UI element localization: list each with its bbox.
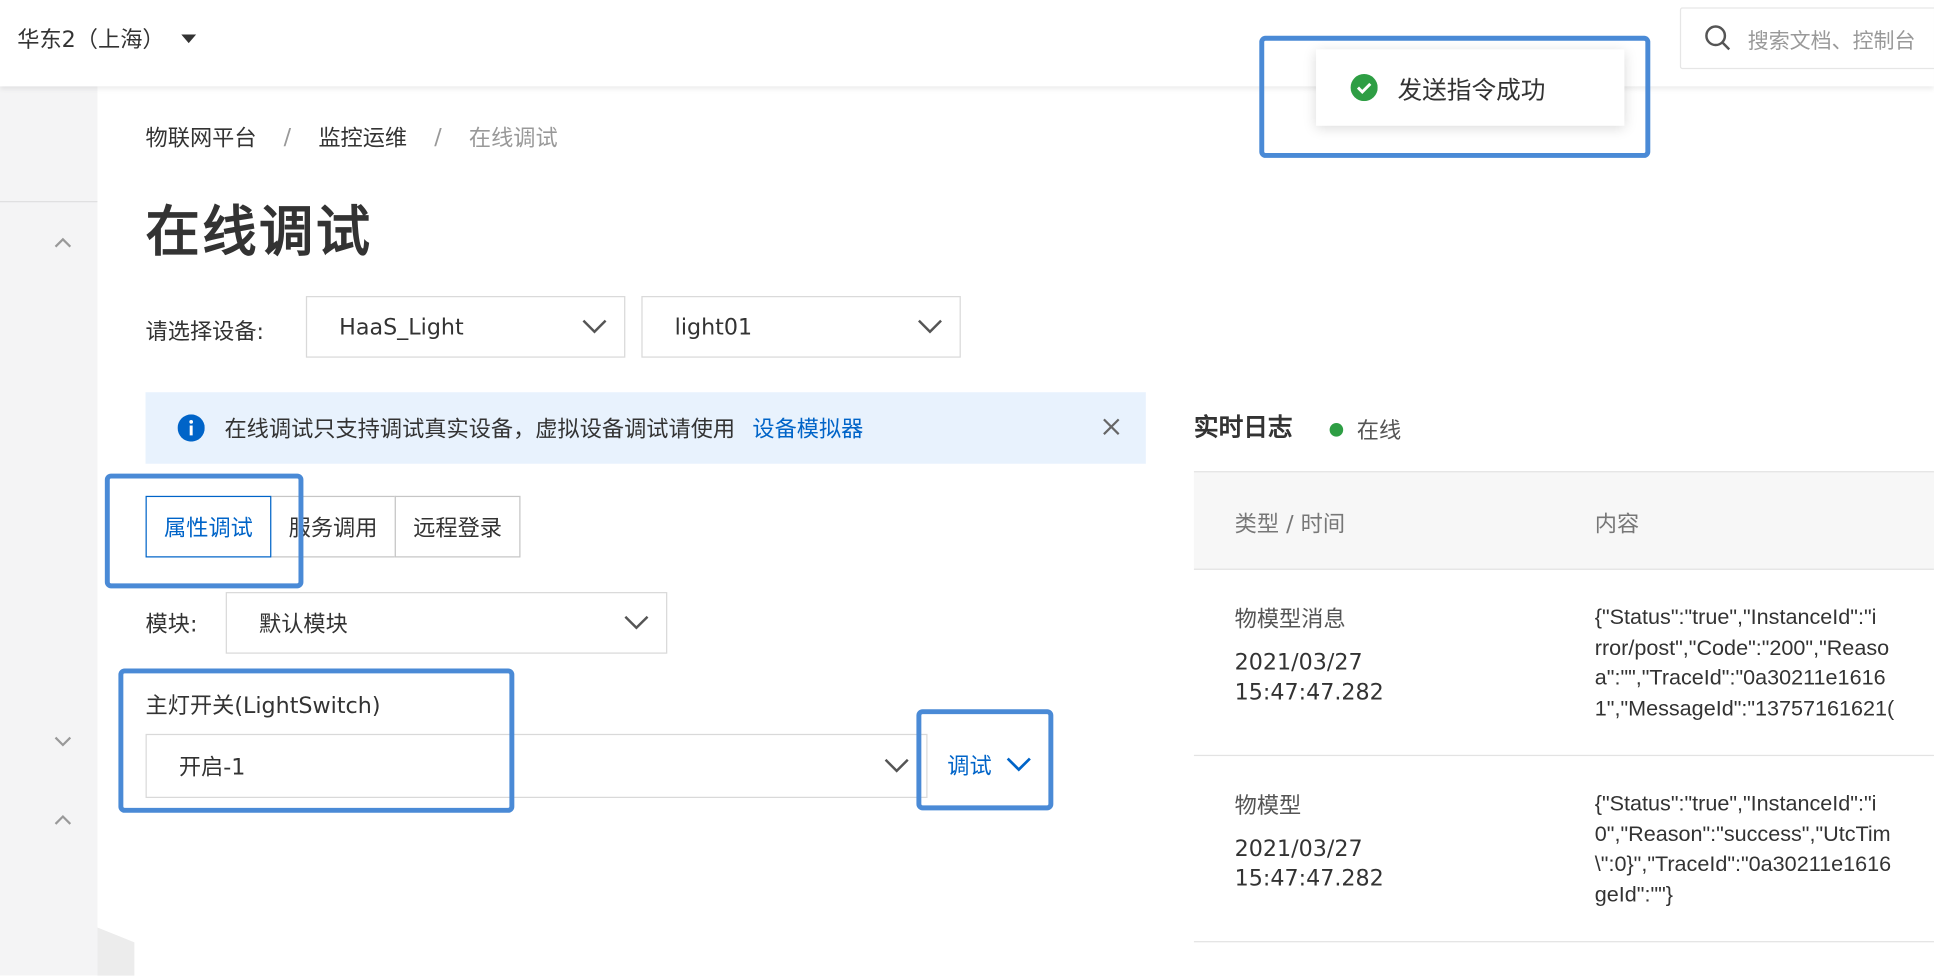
- chevron-down-icon: [624, 615, 649, 630]
- breadcrumb: 物联网平台 / 监控运维 / 在线调试: [146, 121, 558, 153]
- status-text: 在线: [1356, 418, 1402, 445]
- log-content: {"Status":"true","InstanceId":"i rror/pos…: [1595, 602, 1894, 723]
- sidebar-collapse-handle[interactable]: [97, 927, 135, 976]
- log-table-header: 类型 / 时间 内容: [1193, 471, 1934, 570]
- breadcrumb-item-monitoring[interactable]: 监控运维: [318, 121, 407, 153]
- device-simulator-link[interactable]: 设备模拟器: [752, 412, 863, 444]
- log-content-line: a":"","TraceId":"0a30211e1616: [1594, 664, 1886, 690]
- debug-tabs: 属性调试 服务调用 远程登录: [145, 495, 521, 558]
- info-icon: [177, 414, 205, 442]
- device-select[interactable]: light01: [641, 296, 961, 358]
- search-placeholder: 搜索文档、控制台: [1747, 28, 1916, 54]
- search-box[interactable]: 搜索文档、控制台: [1679, 7, 1934, 70]
- log-content-line: \":0}","TraceId":"0a30211e1616: [1594, 851, 1892, 876]
- close-icon[interactable]: [1101, 417, 1121, 437]
- page-title: 在线调试: [145, 201, 373, 264]
- chevron-down-icon: [918, 319, 942, 334]
- module-select[interactable]: 默认模块: [225, 592, 668, 654]
- column-content: 内容: [1594, 511, 1640, 538]
- screen: 华东2（上海） 搜索文档、控制台 发送指令成功 物联网平台 / 监控运维 / 在…: [0, 0, 1934, 976]
- log-type: 物模型消息: [1234, 606, 1346, 633]
- log-content-line: 1","MessageId":"13757161621(: [1594, 695, 1895, 720]
- log-time: 2021/03/27 15:47:47.282: [1234, 650, 1384, 706]
- tab-property-debug[interactable]: 属性调试: [145, 495, 272, 558]
- property-value: 开启-1: [178, 754, 246, 781]
- check-circle-icon: [1350, 74, 1378, 102]
- chevron-up-icon[interactable]: [54, 234, 72, 251]
- online-status: 在线: [1329, 413, 1402, 445]
- breadcrumb-separator: /: [434, 123, 442, 150]
- chevron-down-icon: [884, 758, 909, 773]
- log-content: {"Status":"true","InstanceId":"i 0","Reas…: [1595, 788, 1891, 909]
- tab-service-call[interactable]: 服务调用: [270, 495, 396, 558]
- top-bar: 华东2（上海） 搜索文档、控制台: [0, 0, 1934, 87]
- search-icon: [1705, 25, 1731, 51]
- breadcrumb-item-iot-platform[interactable]: 物联网平台: [146, 121, 257, 153]
- property-label: 主灯开关(LightSwitch): [145, 693, 381, 720]
- device-select-value: light01: [674, 313, 753, 340]
- log-table: 类型 / 时间 内容 物模型消息 2021/03/27 15:47:47.282…: [1193, 471, 1934, 943]
- breadcrumb-item-current: 在线调试: [468, 125, 558, 152]
- log-content-line: {"Status":"true","InstanceId":"i: [1594, 790, 1877, 816]
- sidebar-divider: [0, 201, 98, 203]
- status-dot-icon: [1329, 422, 1344, 437]
- module-select-value: 默认模块: [259, 611, 348, 638]
- device-select-label: 请选择设备:: [145, 319, 265, 346]
- log-title: 实时日志: [1193, 411, 1293, 442]
- info-alert: 在线调试只支持调试真实设备，虚拟设备调试请使用 设备模拟器: [145, 392, 1146, 464]
- product-select[interactable]: HaaS_Light: [305, 296, 626, 358]
- log-time: 2021/03/27 15:47:47.282: [1234, 836, 1384, 892]
- product-select-value: HaaS_Light: [339, 313, 464, 340]
- sidebar-strip: [0, 86, 98, 976]
- debug-button[interactable]: 调试: [928, 733, 1044, 797]
- caret-down-icon: [181, 33, 197, 43]
- module-label: 模块:: [145, 611, 198, 638]
- chevron-down-icon: [582, 319, 607, 334]
- region-label: 华东2（上海）: [17, 27, 165, 54]
- chevron-up-icon[interactable]: [54, 812, 72, 829]
- alert-text: 在线调试只支持调试真实设备，虚拟设备调试请使用: [224, 416, 736, 443]
- log-content-line: 0","Reason":"success","UtcTim: [1594, 820, 1891, 846]
- success-toast: 发送指令成功: [1316, 49, 1625, 126]
- log-content-line: {"Status":"true","InstanceId":"i: [1594, 604, 1877, 630]
- breadcrumb-separator: /: [283, 123, 292, 150]
- tab-remote-login[interactable]: 远程登录: [394, 495, 521, 558]
- table-row: 物模型 2021/03/27 15:47:47.282 {"Status":"t…: [1193, 756, 1934, 943]
- chevron-down-icon: [1006, 757, 1031, 772]
- toast-message: 发送指令成功: [1397, 74, 1546, 105]
- log-content-line: geId":""}: [1594, 881, 1673, 906]
- region-selector[interactable]: 华东2（上海）: [17, 22, 197, 54]
- log-content-line: rror/post","Code":"200","Reaso: [1594, 634, 1890, 660]
- table-row: 物模型消息 2021/03/27 15:47:47.282 {"Status":…: [1193, 570, 1934, 757]
- debug-button-label: 调试: [947, 753, 992, 780]
- chevron-down-icon[interactable]: [54, 733, 72, 750]
- column-type-time: 类型 / 时间: [1234, 511, 1346, 538]
- property-value-select[interactable]: 开启-1: [145, 733, 928, 799]
- log-type: 物模型: [1234, 793, 1302, 819]
